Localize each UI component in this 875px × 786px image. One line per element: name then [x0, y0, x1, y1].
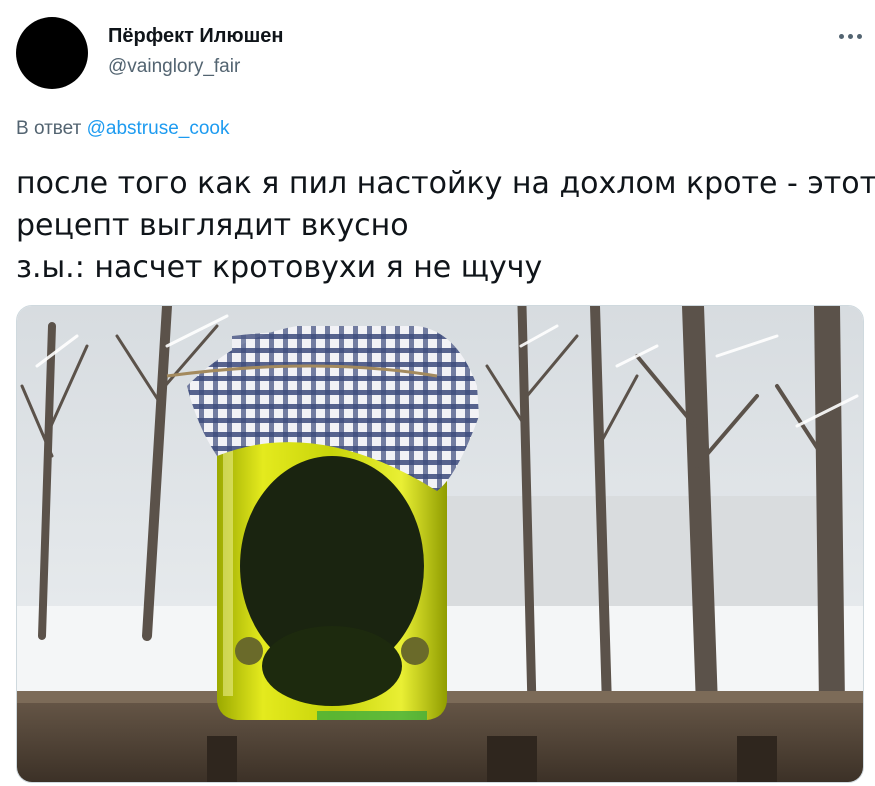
avatar[interactable] [16, 17, 88, 89]
tweet-text-line: рецепт выглядит вкусно [16, 208, 409, 243]
more-horizontal-icon[interactable] [832, 22, 868, 50]
tweet-text-line: з.ы.: насчет кротовухи я не щучу [16, 250, 543, 285]
reply-handle-link[interactable]: @abstruse_cook [87, 118, 230, 139]
tweet-photo[interactable] [16, 305, 864, 783]
author-handle[interactable]: @vainglory_fair [108, 56, 240, 78]
reply-prefix: В ответ [16, 118, 82, 139]
tweet-card: Пёрфект Илюшен @vainglory_fair В ответ @… [0, 0, 875, 786]
photo-jar-on-snowy-balcony [17, 306, 863, 782]
author-name[interactable]: Пёрфект Илюшен [108, 25, 283, 48]
tweet-text-line: после того как я пил настойку на дохлом … [16, 166, 875, 201]
tweet-text: после того как я пил настойку на дохлом … [16, 163, 875, 289]
reply-context: В ответ @abstruse_cook [16, 118, 229, 140]
